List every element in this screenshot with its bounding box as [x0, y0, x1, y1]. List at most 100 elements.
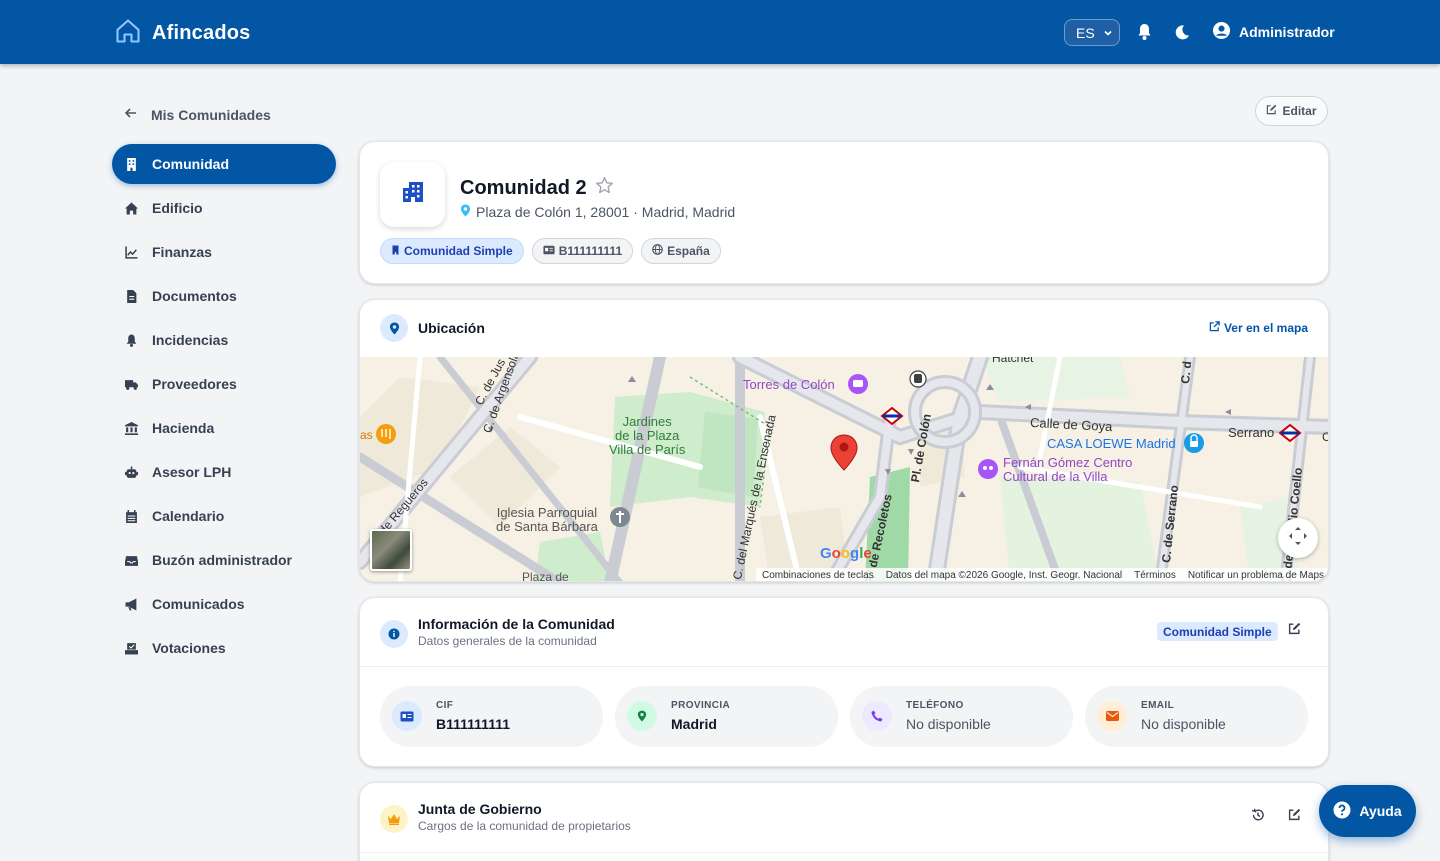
sidebar-item-votaciones[interactable]: Votaciones [112, 628, 336, 668]
edit-info-button[interactable] [1284, 621, 1304, 641]
sidebar-item-asesor-lph[interactable]: Asesor LPH [112, 452, 336, 492]
chip-community-type: Comunidad Simple [380, 238, 524, 264]
home-icon [114, 17, 142, 50]
history-button[interactable] [1248, 807, 1268, 827]
location-pin-icon [627, 701, 657, 731]
top-bar: Afincados ES Administrador [0, 0, 1440, 64]
sidebar-item-calendario[interactable]: Calendario [112, 496, 336, 536]
sidebar-item-label: Calendario [152, 508, 225, 524]
sidebar-item-label: Asesor LPH [152, 464, 232, 480]
building-icon [127, 157, 136, 171]
calendar-icon [126, 509, 137, 523]
sidebar-item-label: Finanzas [152, 244, 212, 260]
info-title: Información de la Comunidad [418, 616, 615, 632]
envelope-icon [1097, 701, 1127, 731]
map-label-torres: Torres de Colón [743, 377, 835, 392]
map-label-serrano-metro: Serrano [1228, 425, 1275, 440]
help-button[interactable]: Ayuda [1319, 785, 1416, 837]
street-view-thumbnail[interactable] [370, 529, 412, 571]
external-link-icon [1209, 321, 1220, 335]
edit-junta-button[interactable] [1284, 807, 1304, 827]
sidebar-item-documentos[interactable]: Documentos [112, 276, 336, 316]
sidebar-item-label: Comunicados [152, 596, 245, 612]
sidebar-item-label: Incidencias [152, 332, 229, 348]
chart-line-icon [125, 246, 138, 259]
id-card-icon [543, 244, 555, 258]
community-type-badge: Comunidad Simple [1157, 622, 1278, 641]
map-label-jardines: Jardines de la Plaza Villa de París [609, 414, 686, 457]
bell-icon [126, 334, 137, 347]
field-value: No disponible [906, 716, 991, 732]
question-circle-icon [1333, 801, 1351, 822]
field-label: PROVINCIA [671, 700, 731, 711]
crown-icon [380, 805, 408, 833]
map-footer: Combinaciones de teclas Datos del mapa ©… [756, 568, 1328, 581]
junta-subtitle: Cargos de la comunidad de propietarios [418, 819, 631, 833]
sidebar-item-finanzas[interactable]: Finanzas [112, 232, 336, 272]
field-cif: CIF B111111111 [380, 686, 603, 747]
community-header-card: Comunidad 2 Plaza de Colón 1, 28001 · Ma… [359, 141, 1329, 284]
divider [360, 852, 1328, 853]
arrow-left-icon [124, 106, 138, 123]
moon-icon[interactable] [1172, 22, 1192, 42]
sidebar-item-comunicados[interactable]: Comunicados [112, 584, 336, 624]
edit-button[interactable]: Editar [1255, 96, 1328, 126]
field-value: Madrid [671, 716, 717, 732]
brand[interactable]: Afincados [114, 17, 250, 50]
junta-card: Junta de Gobierno Cargos de la comunidad… [359, 782, 1329, 861]
back-link-label: Mis Comunidades [151, 106, 271, 123]
map[interactable]: Torres de Colón Jardines de la Plaza Vil… [360, 357, 1328, 582]
map-report-link[interactable]: Notificar un problema de Maps [1188, 570, 1324, 581]
history-icon [1251, 808, 1265, 827]
location-pin-icon [460, 204, 471, 220]
map-label-loewe: CASA LOEWE Madrid [1047, 436, 1176, 451]
sidebar-item-proveedores[interactable]: Proveedores [112, 364, 336, 404]
map-shortcuts-link[interactable]: Combinaciones de teclas [762, 570, 874, 581]
language-value: ES [1076, 24, 1095, 41]
info-icon [380, 620, 408, 648]
community-address: Plaza de Colón 1, 28001 · Madrid, Madrid [476, 204, 736, 220]
sidebar-item-label: Proveedores [152, 376, 237, 392]
community-logo [380, 162, 445, 227]
map-data-attribution: Datos del mapa ©2026 Google, Inst. Geogr… [885, 570, 1123, 581]
view-map-label: Ver en el mapa [1223, 321, 1308, 335]
bank-icon [125, 421, 138, 435]
building-icon [391, 244, 400, 258]
star-icon[interactable] [595, 176, 614, 201]
map-label-plaza-de: Plaza de [522, 570, 569, 582]
map-terms-link[interactable]: Términos [1134, 570, 1176, 581]
brand-name: Afincados [152, 22, 251, 44]
sidebar-item-label: Edificio [152, 200, 203, 216]
map-label-fernan: Fernán Gómez Centro Cultural de la Villa [1003, 455, 1133, 484]
ballot-icon [125, 642, 138, 654]
id-card-icon [392, 701, 422, 731]
map-label-iglesia: Iglesia Parroquial de Santa Bárbara [496, 505, 598, 534]
expand-icon [1287, 525, 1309, 552]
map-label-c-d: C. d [1178, 360, 1195, 385]
chip-label: España [667, 244, 710, 258]
sidebar-item-incidencias[interactable]: Incidencias [112, 320, 336, 360]
community-name: Comunidad 2 [460, 177, 587, 199]
view-map-link[interactable]: Ver en el mapa [1209, 321, 1308, 335]
chip-label: B111111111 [558, 244, 623, 258]
edit-icon [1288, 808, 1301, 826]
sidebar-item-buzon-administrador[interactable]: Buzón administrador [112, 540, 336, 580]
user-menu[interactable]: Administrador [1212, 21, 1335, 43]
file-icon [127, 289, 137, 303]
bell-icon[interactable] [1134, 22, 1154, 42]
sidebar-item-edificio[interactable]: Edificio [112, 188, 336, 228]
language-select[interactable]: ES [1064, 19, 1120, 46]
info-subtitle: Datos generales de la comunidad [418, 634, 597, 648]
sidebar-item-label: Buzón administrador [152, 552, 293, 568]
back-link[interactable]: Mis Comunidades [124, 106, 271, 123]
map-fullscreen-button[interactable] [1278, 518, 1318, 558]
field-label: CIF [436, 700, 454, 711]
sidebar-item-label: Documentos [152, 288, 237, 304]
phone-icon [862, 701, 892, 731]
edit-icon [1288, 622, 1301, 640]
location-title: Ubicación [418, 320, 485, 336]
user-name: Administrador [1239, 24, 1335, 40]
sidebar-item-label: Comunidad [152, 156, 229, 172]
sidebar-item-hacienda[interactable]: Hacienda [112, 408, 336, 448]
sidebar-item-comunidad[interactable]: Comunidad [112, 144, 336, 184]
